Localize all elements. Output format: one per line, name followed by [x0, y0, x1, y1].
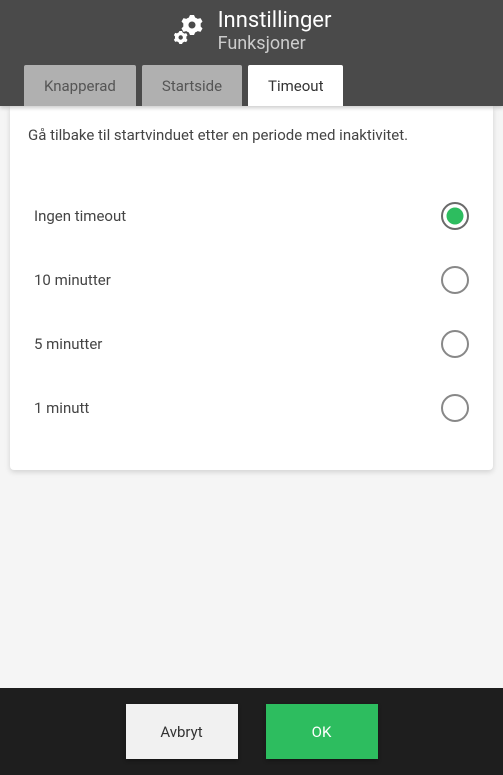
tabs: Knapperad Startside Timeout [24, 65, 343, 106]
option-label: 10 minutter [34, 271, 111, 289]
header-top: Innstillinger Funksjoner [0, 0, 503, 54]
page-title: Innstillinger [218, 8, 332, 33]
gears-icon [172, 11, 208, 51]
option-label: 1 minutt [34, 399, 89, 417]
panel-description: Gå tilbake til startvinduet etter en per… [28, 126, 475, 144]
radio-icon[interactable] [441, 394, 469, 422]
page-subtitle: Funksjoner [218, 33, 306, 54]
tab-timeout[interactable]: Timeout [248, 65, 343, 106]
header-titles: Innstillinger Funksjoner [218, 8, 332, 54]
radio-icon[interactable] [441, 330, 469, 358]
option-label: Ingen timeout [34, 207, 126, 225]
option-10-min[interactable]: 10 minutter [28, 248, 475, 312]
option-no-timeout[interactable]: Ingen timeout [28, 184, 475, 248]
ok-button[interactable]: OK [266, 704, 378, 759]
settings-panel: Gå tilbake til startvinduet etter en per… [10, 106, 493, 470]
option-1-min[interactable]: 1 minutt [28, 376, 475, 440]
option-5-min[interactable]: 5 minutter [28, 312, 475, 376]
cancel-button[interactable]: Avbryt [126, 704, 238, 759]
tab-knapperad[interactable]: Knapperad [24, 65, 136, 106]
radio-icon[interactable] [441, 266, 469, 294]
radio-icon[interactable] [441, 202, 469, 230]
footer: Avbryt OK [0, 688, 503, 775]
option-label: 5 minutter [34, 335, 102, 353]
header: Innstillinger Funksjoner Knapperad Start… [0, 0, 503, 106]
tab-startside[interactable]: Startside [142, 65, 242, 106]
